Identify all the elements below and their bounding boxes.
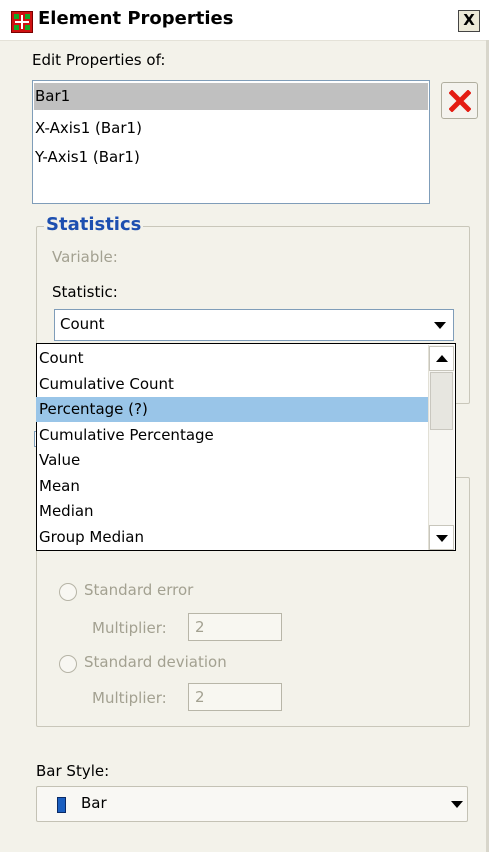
- option-mean[interactable]: Mean: [36, 474, 428, 499]
- standard-deviation-multiplier-input[interactable]: 2: [188, 683, 282, 711]
- statistics-title: Statistics: [44, 214, 144, 235]
- standard-error-label: Standard error: [84, 581, 194, 599]
- bar-style-icon: [57, 797, 66, 813]
- option-value[interactable]: Value: [36, 448, 428, 473]
- chevron-down-icon: [434, 322, 446, 329]
- window-title: Element Properties: [38, 8, 234, 29]
- option-group-median[interactable]: Group Median: [36, 525, 428, 550]
- option-percentage[interactable]: Percentage (?): [36, 397, 428, 422]
- standard-error-multiplier-label: Multiplier:: [92, 619, 167, 637]
- chevron-down-icon: [436, 535, 448, 542]
- chevron-up-icon: [436, 355, 448, 362]
- bar-style-label: Bar Style:: [36, 762, 110, 780]
- list-item-x-axis[interactable]: X-Axis1 (Bar1): [34, 115, 428, 142]
- delete-x-icon: [449, 90, 471, 112]
- option-median[interactable]: Median: [36, 499, 428, 524]
- option-count[interactable]: Count: [36, 346, 428, 371]
- standard-error-radio[interactable]: [59, 583, 77, 601]
- edit-properties-list[interactable]: Bar1 X-Axis1 (Bar1) Y-Axis1 (Bar1): [32, 80, 430, 204]
- close-button[interactable]: X: [458, 10, 480, 32]
- statistic-label: Statistic:: [52, 283, 118, 301]
- option-cumulative-count[interactable]: Cumulative Count: [36, 372, 428, 397]
- standard-deviation-label: Standard deviation: [84, 653, 227, 671]
- standard-error-multiplier-input[interactable]: 2: [188, 613, 282, 641]
- list-item-y-axis[interactable]: Y-Axis1 (Bar1): [34, 144, 428, 171]
- option-cumulative-percentage[interactable]: Cumulative Percentage: [36, 423, 428, 448]
- scroll-thumb[interactable]: [430, 372, 453, 430]
- delete-element-button[interactable]: [441, 82, 478, 119]
- standard-deviation-multiplier-label: Multiplier:: [92, 689, 167, 707]
- variable-label: Variable:: [52, 248, 118, 266]
- list-item-bar1[interactable]: Bar1: [34, 83, 428, 110]
- scroll-down-button[interactable]: [429, 525, 454, 550]
- edit-properties-label: Edit Properties of:: [32, 51, 166, 69]
- app-icon: [11, 11, 33, 33]
- chevron-down-icon: [451, 801, 463, 808]
- scroll-up-button[interactable]: [429, 346, 454, 371]
- statistic-combo-value: Count: [60, 315, 105, 333]
- statistic-combo[interactable]: [54, 309, 454, 341]
- standard-deviation-radio[interactable]: [59, 655, 77, 673]
- bar-style-value: Bar: [81, 794, 107, 812]
